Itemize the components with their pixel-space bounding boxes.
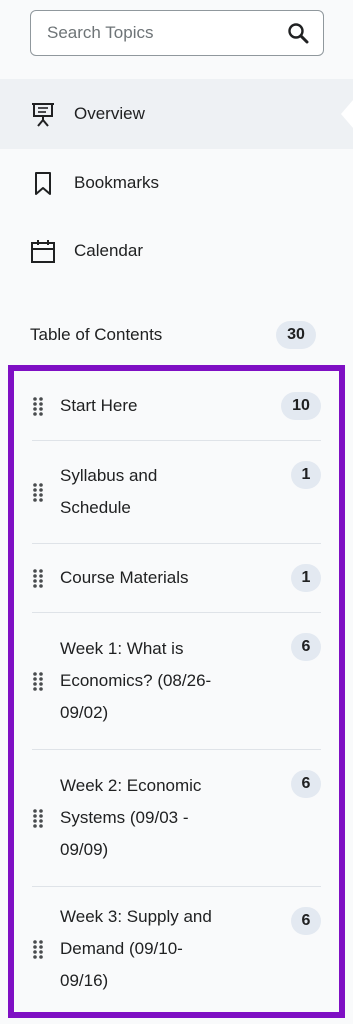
list-item-start-here[interactable]: Start Here 10: [32, 371, 321, 441]
list-item-syllabus[interactable]: Syllabus and Schedule 1: [32, 441, 321, 544]
drag-handle-icon[interactable]: [32, 939, 60, 959]
toc-count-badge: 30: [276, 321, 316, 349]
unit-count-badge: 1: [291, 461, 321, 489]
nav-label-calendar: Calendar: [74, 241, 143, 260]
search-input[interactable]: [47, 23, 267, 43]
nav-item-overview[interactable]: Overview: [0, 79, 353, 149]
bookmark-icon: [30, 170, 56, 196]
unit-title: Week 3: Supply and Demand (09/10-09/16): [60, 907, 212, 990]
unit-count-badge: 1: [291, 564, 321, 592]
drag-handle-icon[interactable]: [32, 671, 60, 691]
unit-count-badge: 6: [291, 907, 321, 935]
list-item-week-3[interactable]: Week 3: Supply and Demand (09/10-09/16) …: [32, 887, 321, 1011]
drag-handle-icon[interactable]: [32, 568, 60, 588]
drag-handle-icon[interactable]: [32, 482, 60, 502]
table-of-contents-header[interactable]: Table of Contents 30: [30, 318, 316, 352]
toc-label: Table of Contents: [30, 325, 163, 344]
nav-label-bookmarks: Bookmarks: [74, 173, 160, 192]
navigation-panel: Overview Bookmarks Calendar Table of Con…: [0, 0, 353, 1024]
unit-title: Start Here: [60, 395, 138, 415]
presentation-icon: [30, 101, 56, 127]
active-indicator: [341, 100, 353, 128]
unit-count-badge: 6: [291, 633, 321, 661]
list-item-week-1[interactable]: Week 1: What is Economics? (08/26-09/02)…: [32, 613, 321, 750]
drag-handle-icon[interactable]: [32, 396, 60, 416]
nav-label-overview: Overview: [74, 104, 145, 123]
calendar-icon: [30, 238, 56, 264]
search-box[interactable]: [30, 10, 324, 56]
list-item-course-materials[interactable]: Course Materials 1: [32, 544, 321, 613]
unit-title: Week 2: Economic Systems (09/03 - 09/09): [60, 776, 202, 859]
unit-title: Week 1: What is Economics? (08/26-09/02): [60, 639, 212, 722]
units-list: Start Here 10 Syllabus and Schedule 1 Co…: [8, 365, 345, 1018]
nav-item-bookmarks[interactable]: Bookmarks: [0, 148, 353, 218]
unit-count-badge: 10: [281, 392, 321, 420]
unit-title: Course Materials: [60, 568, 189, 587]
list-item-week-2[interactable]: Week 2: Economic Systems (09/03 - 09/09)…: [32, 750, 321, 887]
unit-title: Syllabus and Schedule: [60, 466, 158, 517]
drag-handle-icon[interactable]: [32, 808, 60, 828]
nav-item-calendar[interactable]: Calendar: [0, 216, 353, 286]
search-icon[interactable]: [287, 22, 309, 44]
unit-count-badge: 6: [291, 770, 321, 798]
